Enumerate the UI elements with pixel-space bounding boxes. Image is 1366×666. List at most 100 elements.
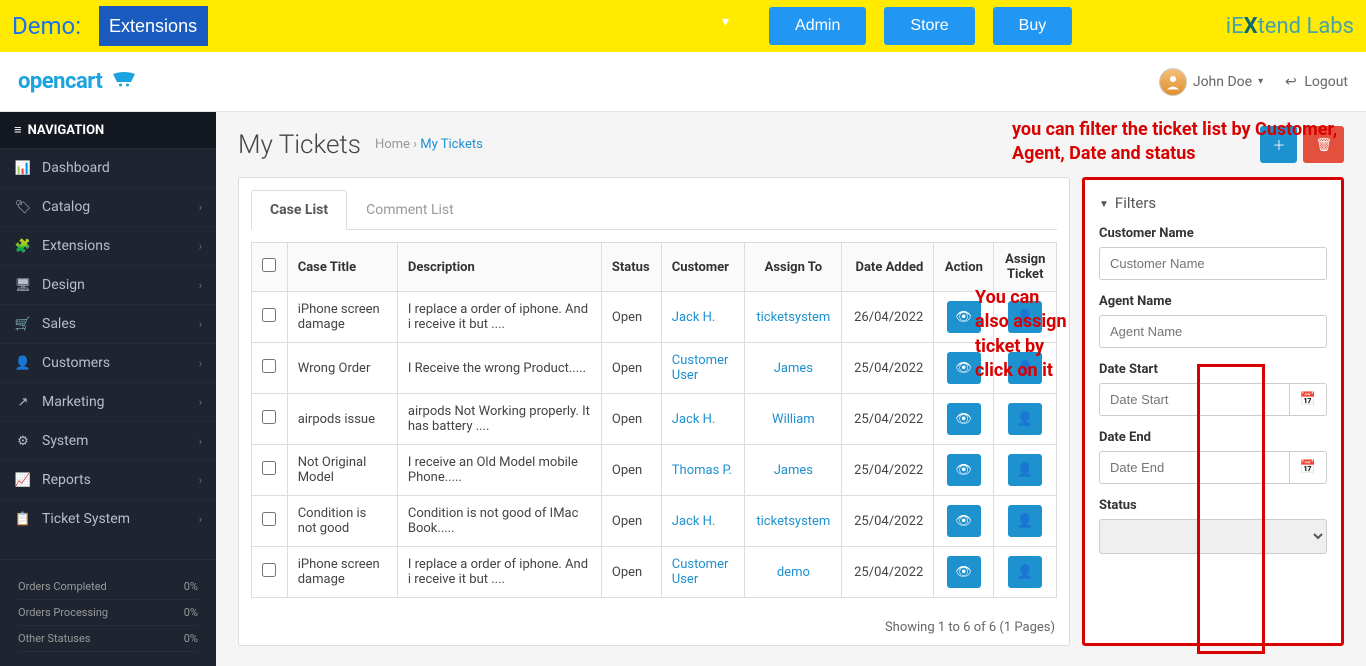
sidebar-item-dashboard[interactable]: 📊Dashboard <box>0 148 216 187</box>
cell-title: iPhone screen damage <box>287 547 397 598</box>
col-date[interactable]: Date Added <box>842 243 934 292</box>
demo-label: Demo: <box>12 12 81 40</box>
main-row: You can also assign ticket by click on i… <box>238 177 1344 646</box>
chevron-right-icon: › <box>199 279 202 292</box>
chevron-right-icon: › <box>199 474 202 487</box>
col-title[interactable]: Case Title <box>287 243 397 292</box>
assign-link[interactable]: James <box>774 463 813 478</box>
brand-logo: iEXtend Labs <box>1226 14 1354 39</box>
label-status: Status <box>1099 498 1327 513</box>
row-checkbox[interactable] <box>262 308 276 322</box>
page-title: My Tickets <box>238 130 361 160</box>
sidebar-stats: Orders Completed0%Orders Processing0%Oth… <box>0 559 216 666</box>
assign-link[interactable]: William <box>772 412 815 427</box>
sidebar-item-ticket-system[interactable]: 📋Ticket System› <box>0 499 216 538</box>
row-checkbox[interactable] <box>262 461 276 475</box>
view-button[interactable]: 👁 <box>947 505 981 537</box>
demo-selector[interactable]: Extensions <box>99 6 208 46</box>
annotation-filter: you can filter the ticket list by Custom… <box>1012 118 1366 167</box>
view-button[interactable]: 👁 <box>947 556 981 588</box>
demo-buttons: Admin Store Buy <box>769 7 1072 45</box>
assign-ticket-button[interactable]: 👤 <box>1008 403 1042 435</box>
cell-title: Wrong Order <box>287 343 397 394</box>
layout: NAVIGATION 📊Dashboard🏷Catalog›🧩Extension… <box>0 112 1366 666</box>
col-desc[interactable]: Description <box>397 243 601 292</box>
customer-link[interactable]: Jack H. <box>672 310 716 325</box>
date-end-input[interactable] <box>1099 451 1290 484</box>
status-select[interactable] <box>1099 519 1327 554</box>
calendar-icon: 📅 <box>1300 460 1316 475</box>
chevron-right-icon: › <box>199 357 202 370</box>
assign-ticket-button[interactable]: 👤 <box>1008 454 1042 486</box>
agent-name-input[interactable] <box>1099 315 1327 348</box>
assign-ticket-button[interactable]: 👤 <box>1008 556 1042 588</box>
demo-select-wrap: Extensions <box>99 6 739 46</box>
customer-link[interactable]: Jack H. <box>672 412 716 427</box>
row-checkbox[interactable] <box>262 512 276 526</box>
assign-link[interactable]: demo <box>777 565 810 580</box>
customer-link[interactable]: Customer User <box>672 557 729 587</box>
sidebar-item-catalog[interactable]: 🏷Catalog› <box>0 187 216 226</box>
cell-title: Not Original Model <box>287 445 397 496</box>
sidebar-item-customers[interactable]: 👤Customers› <box>0 343 216 382</box>
opencart-logo[interactable]: opencart <box>18 69 137 94</box>
sidebar-item-marketing[interactable]: ↗Marketing› <box>0 382 216 421</box>
user-name: John Doe <box>1193 74 1252 90</box>
logout-button[interactable]: Logout <box>1285 74 1348 90</box>
col-customer[interactable]: Customer <box>661 243 745 292</box>
assign-link[interactable]: ticketsystem <box>756 310 830 325</box>
table-row: airpods issueairpods Not Working properl… <box>252 394 1057 445</box>
customer-link[interactable]: Customer User <box>672 353 729 383</box>
col-action: Action <box>934 243 994 292</box>
col-assign[interactable]: Assign To <box>745 243 842 292</box>
buy-button[interactable]: Buy <box>993 7 1073 45</box>
user-menu[interactable]: John Doe ▾ <box>1159 68 1263 96</box>
breadcrumb-current[interactable]: My Tickets <box>420 137 483 152</box>
breadcrumb-home[interactable]: Home <box>375 137 410 152</box>
date-start-picker[interactable]: 📅 <box>1290 383 1327 416</box>
table-row: iPhone screen damageI replace a order of… <box>252 547 1057 598</box>
stat-row: Orders Completed0% <box>18 574 198 600</box>
tab-comment-list[interactable]: Comment List <box>347 190 473 230</box>
col-status[interactable]: Status <box>601 243 661 292</box>
table-row: Not Original ModelI receive an Old Model… <box>252 445 1057 496</box>
row-checkbox[interactable] <box>262 563 276 577</box>
assign-link[interactable]: James <box>774 361 813 376</box>
nav-icon: 📋 <box>14 512 32 527</box>
sidebar-item-reports[interactable]: 📈Reports› <box>0 460 216 499</box>
cell-desc: Condition is not good of IMac Book..... <box>397 496 601 547</box>
select-all-checkbox[interactable] <box>262 258 276 272</box>
view-button[interactable]: 👁 <box>947 454 981 486</box>
chevron-right-icon: › <box>199 240 202 253</box>
nav-icon: 🖥 <box>14 278 32 293</box>
chevron-right-icon: › <box>199 513 202 526</box>
date-end-picker[interactable]: 📅 <box>1290 451 1327 484</box>
tabs: Case List Comment List <box>251 190 1057 230</box>
customer-link[interactable]: Thomas P. <box>672 463 732 478</box>
customer-name-input[interactable] <box>1099 247 1327 280</box>
calendar-icon: 📅 <box>1300 392 1316 407</box>
assign-ticket-button[interactable]: 👤 <box>1008 505 1042 537</box>
nav-label: Design <box>42 277 85 293</box>
sidebar-item-extensions[interactable]: 🧩Extensions› <box>0 226 216 265</box>
nav-label: Marketing <box>42 394 105 410</box>
assign-link[interactable]: ticketsystem <box>756 514 830 529</box>
user-icon: 👤 <box>1017 411 1034 427</box>
row-checkbox[interactable] <box>262 359 276 373</box>
nav-icon: 📊 <box>14 161 32 176</box>
customer-link[interactable]: Jack H. <box>672 514 716 529</box>
row-checkbox[interactable] <box>262 410 276 424</box>
view-button[interactable]: 👁 <box>947 403 981 435</box>
label-date-end: Date End <box>1099 430 1327 445</box>
sidebar-item-system[interactable]: ⚙System› <box>0 421 216 460</box>
eye-icon: 👁 <box>955 513 972 529</box>
store-button[interactable]: Store <box>884 7 974 45</box>
admin-button[interactable]: Admin <box>769 7 866 45</box>
tab-case-list[interactable]: Case List <box>251 190 347 230</box>
label-customer-name: Customer Name <box>1099 226 1327 241</box>
sidebar-item-design[interactable]: 🖥 Design › <box>0 265 216 304</box>
cell-desc: I Receive the wrong Product..... <box>397 343 601 394</box>
nav-label: System <box>42 433 88 449</box>
date-start-input[interactable] <box>1099 383 1290 416</box>
sidebar-item-sales[interactable]: 🛒Sales› <box>0 304 216 343</box>
